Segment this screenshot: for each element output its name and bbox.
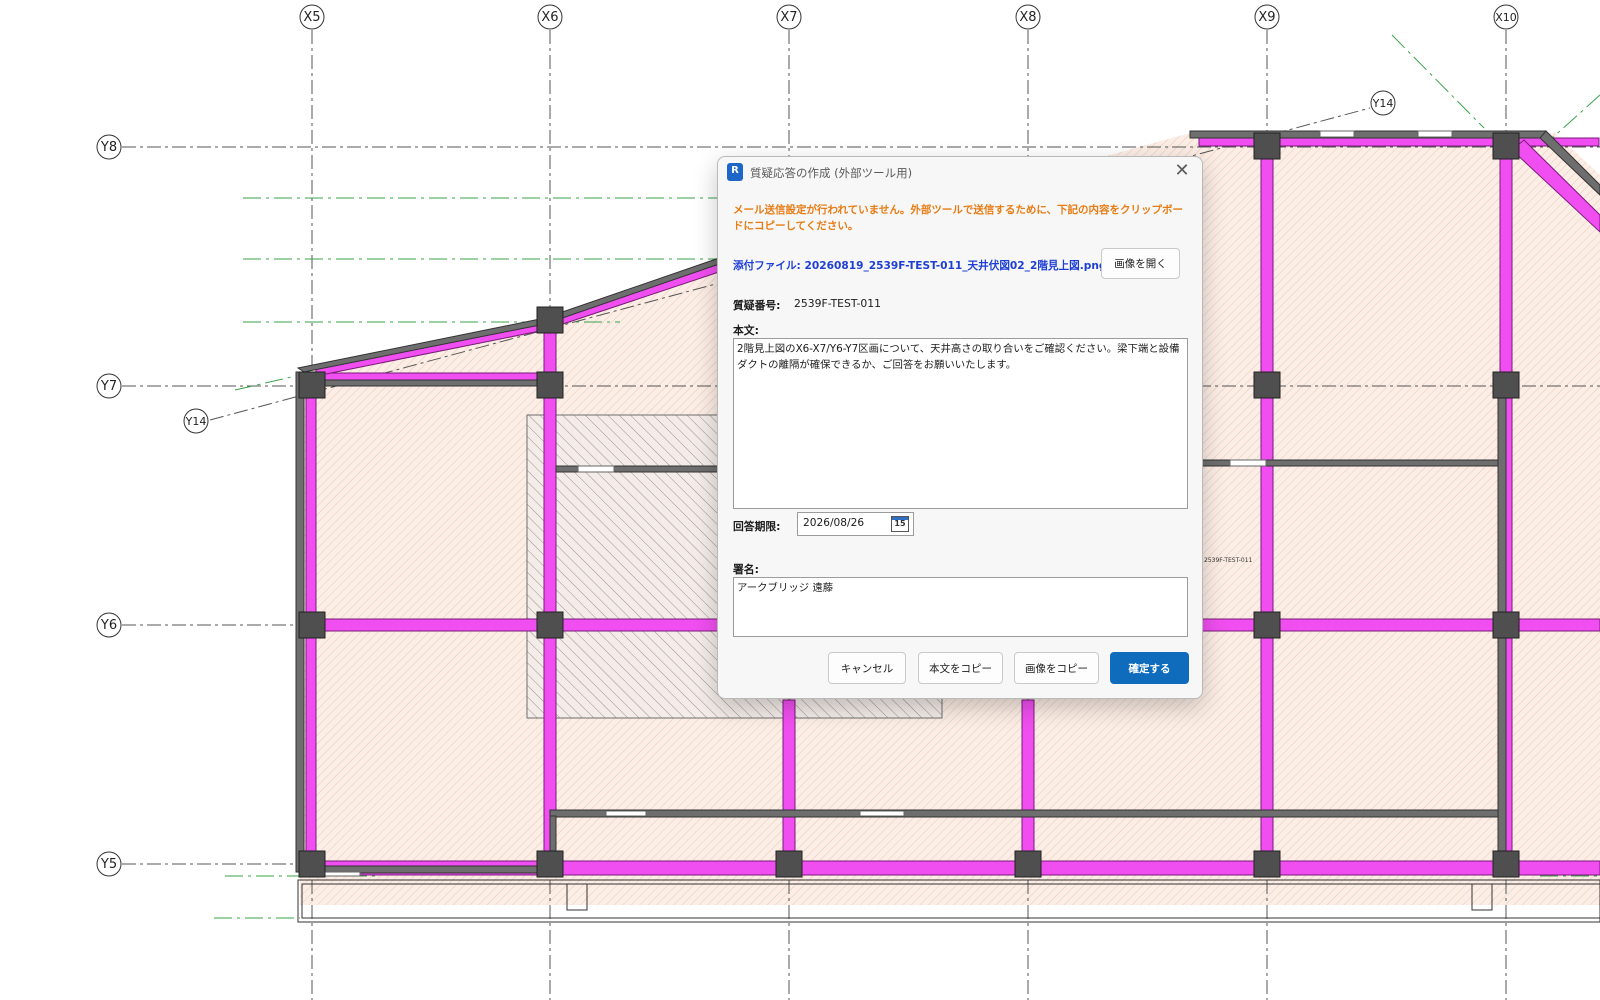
grid-label-x7: X7	[780, 10, 797, 25]
due-date-value: 2026/08/26	[803, 517, 865, 529]
grid-label-x5: X5	[303, 10, 320, 25]
body-textarea[interactable]: 2階見上図のX6-X7/Y6-Y7区画について、天井高さの取り合いをご確認くださ…	[733, 338, 1188, 509]
copy-image-button[interactable]: 画像をコピー	[1014, 652, 1099, 684]
grid-label-x10: X10	[1495, 11, 1517, 24]
grid-label-y5: Y5	[100, 857, 117, 872]
grid-label-y8: Y8	[100, 140, 117, 155]
drawing-tag: 2539F-TEST-011	[1204, 557, 1253, 564]
signature-label: 署名:	[733, 563, 759, 576]
body-label: 本文:	[733, 324, 759, 337]
cancel-button[interactable]: キャンセル	[828, 652, 906, 684]
grid-label-x6: X6	[541, 10, 558, 25]
open-image-button[interactable]: 画像を開く	[1101, 248, 1180, 279]
qa-number-label: 質疑番号:	[733, 299, 781, 312]
app-logo-icon: R	[727, 163, 743, 181]
grid-label-y14-right: Y14	[1372, 97, 1394, 110]
confirm-button[interactable]: 確定する	[1110, 652, 1189, 684]
dialog-title: 質疑応答の作成 (外部ツール用)	[750, 166, 913, 180]
due-date-label: 回答期限:	[733, 520, 781, 533]
copy-body-button[interactable]: 本文をコピー	[918, 652, 1003, 684]
grid-label-y6: Y6	[100, 618, 117, 633]
grid-label-x8: X8	[1019, 10, 1036, 25]
qa-dialog: R 質疑応答の作成 (外部ツール用) ✕ メール送信設定が行われていません。外部…	[717, 156, 1203, 699]
grid-label-x9: X9	[1258, 10, 1275, 25]
grid-label-y14-left: Y14	[185, 415, 207, 428]
dialog-titlebar[interactable]: R 質疑応答の作成 (外部ツール用) ✕	[718, 157, 1202, 187]
qa-number-value: 2539F-TEST-011	[794, 297, 881, 310]
due-date-field[interactable]: 2026/08/26 15	[797, 512, 914, 536]
warning-message: メール送信設定が行われていません。外部ツールで送信するために、下記の内容をクリッ…	[733, 204, 1184, 232]
grid-label-y7: Y7	[100, 379, 117, 394]
attachment-link[interactable]: 添付ファイル: 20260819_2539F-TEST-011_天井伏図02_2…	[733, 258, 1106, 273]
signature-textarea[interactable]: アークブリッジ 遠藤	[733, 577, 1188, 637]
close-icon[interactable]: ✕	[1170, 160, 1194, 184]
calendar-icon[interactable]: 15	[891, 516, 909, 532]
